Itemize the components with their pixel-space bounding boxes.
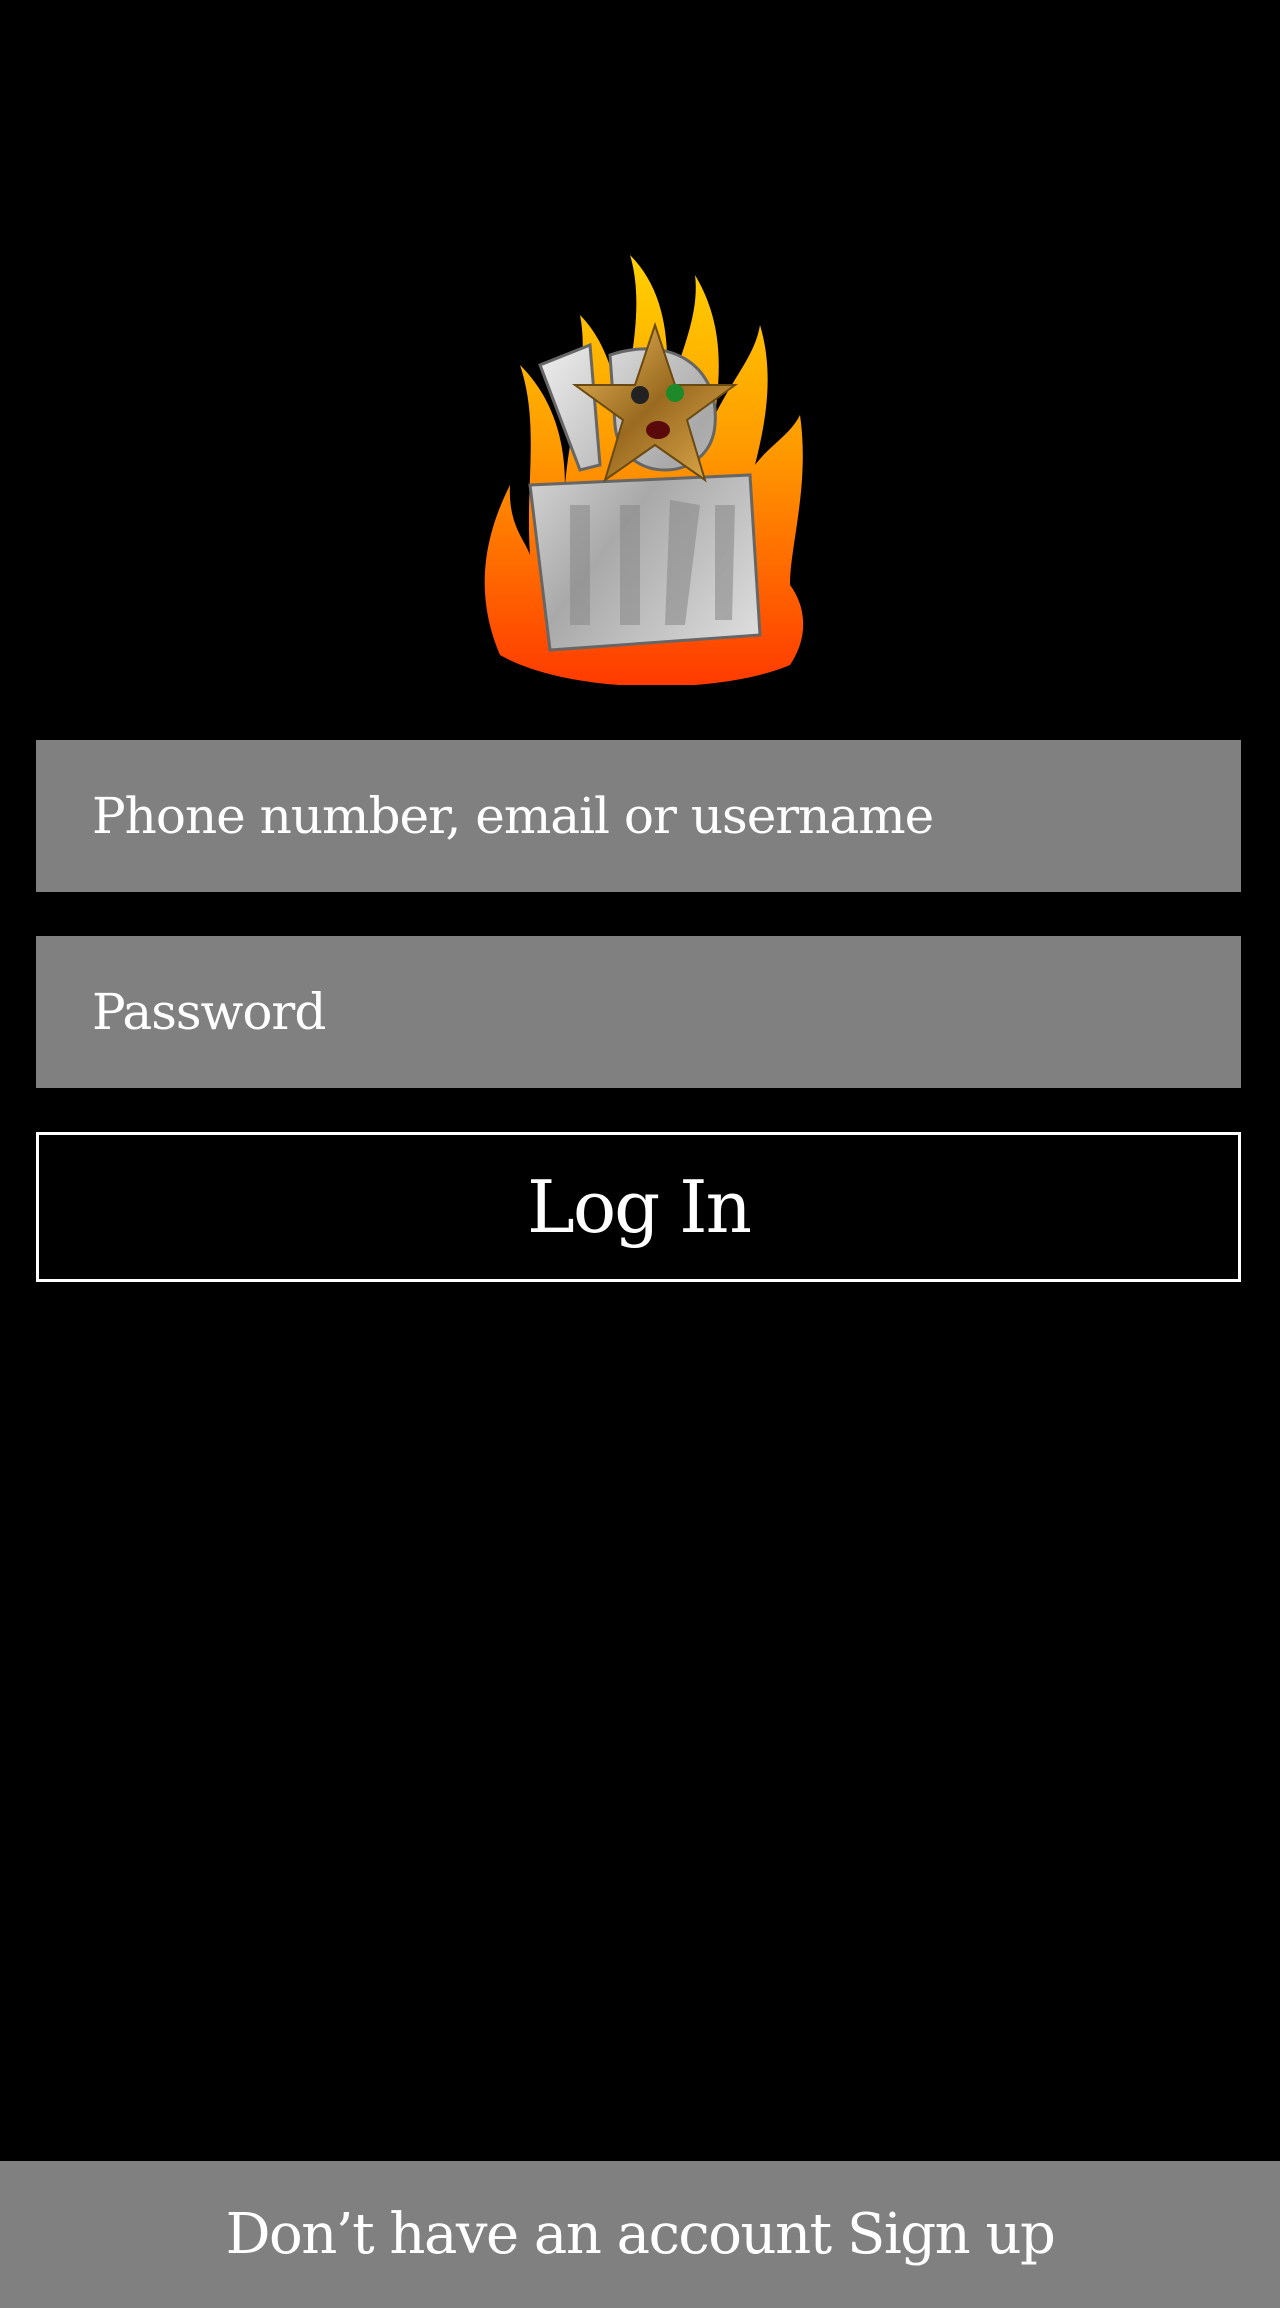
password-field[interactable] bbox=[36, 936, 1241, 1088]
login-button[interactable]: Log In bbox=[36, 1132, 1241, 1282]
password-input[interactable] bbox=[92, 983, 1185, 1041]
signup-bar: Don’t have an account Sign up bbox=[0, 2161, 1280, 2308]
username-input[interactable] bbox=[92, 787, 1185, 845]
signup-spacer bbox=[831, 2202, 847, 2267]
app-logo bbox=[470, 255, 810, 685]
signup-link[interactable]: Sign up bbox=[847, 2202, 1056, 2267]
username-field[interactable] bbox=[36, 740, 1241, 892]
signup-prompt: Don’t have an account bbox=[225, 2202, 833, 2267]
flame-logo-icon bbox=[484, 255, 804, 685]
